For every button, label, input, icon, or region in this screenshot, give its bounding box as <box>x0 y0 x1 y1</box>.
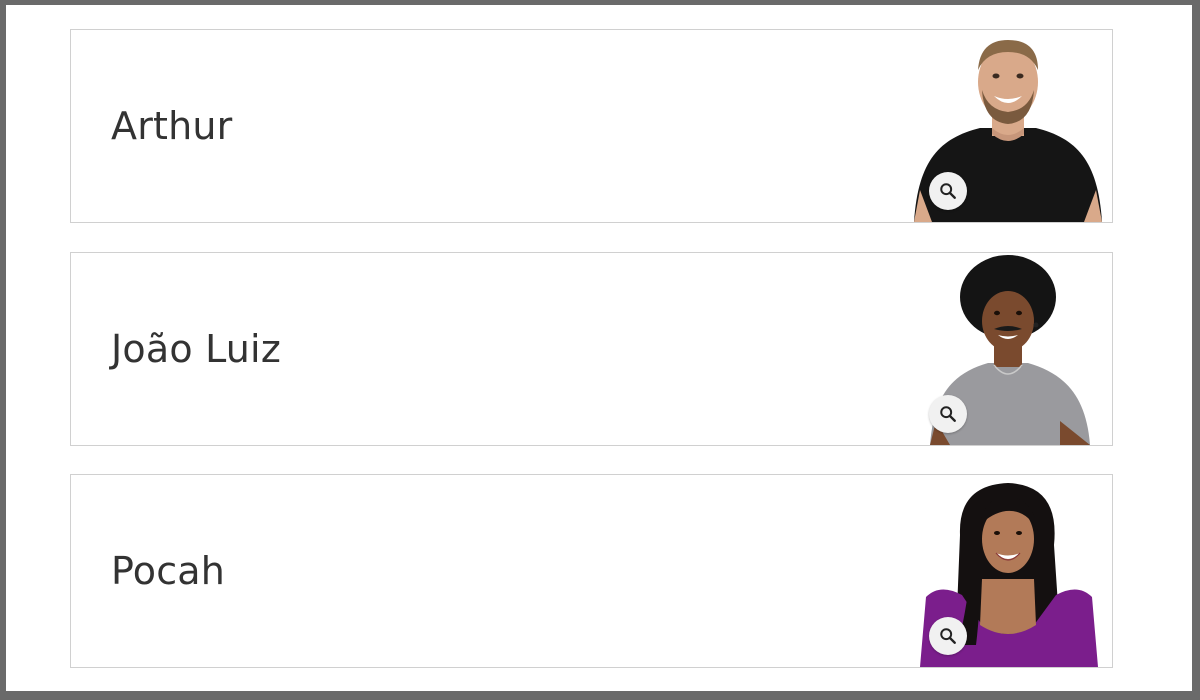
zoom-icon <box>940 183 956 199</box>
participant-card-arthur[interactable]: Arthur <box>70 29 1113 223</box>
participant-name: João Luiz <box>111 327 281 371</box>
participant-name: Pocah <box>111 549 226 593</box>
participant-card-pocah[interactable]: Pocah <box>70 474 1113 668</box>
head <box>982 291 1034 351</box>
page-frame: Arthur João Luiz Pocah <box>6 5 1192 691</box>
zoom-button[interactable] <box>929 617 967 655</box>
zoom-button[interactable] <box>929 395 967 433</box>
participant-card-joao-luiz[interactable]: João Luiz <box>70 252 1113 446</box>
participant-name: Arthur <box>111 104 233 148</box>
zoom-icon <box>940 628 956 644</box>
zoom-icon <box>940 406 956 422</box>
zoom-button[interactable] <box>929 172 967 210</box>
